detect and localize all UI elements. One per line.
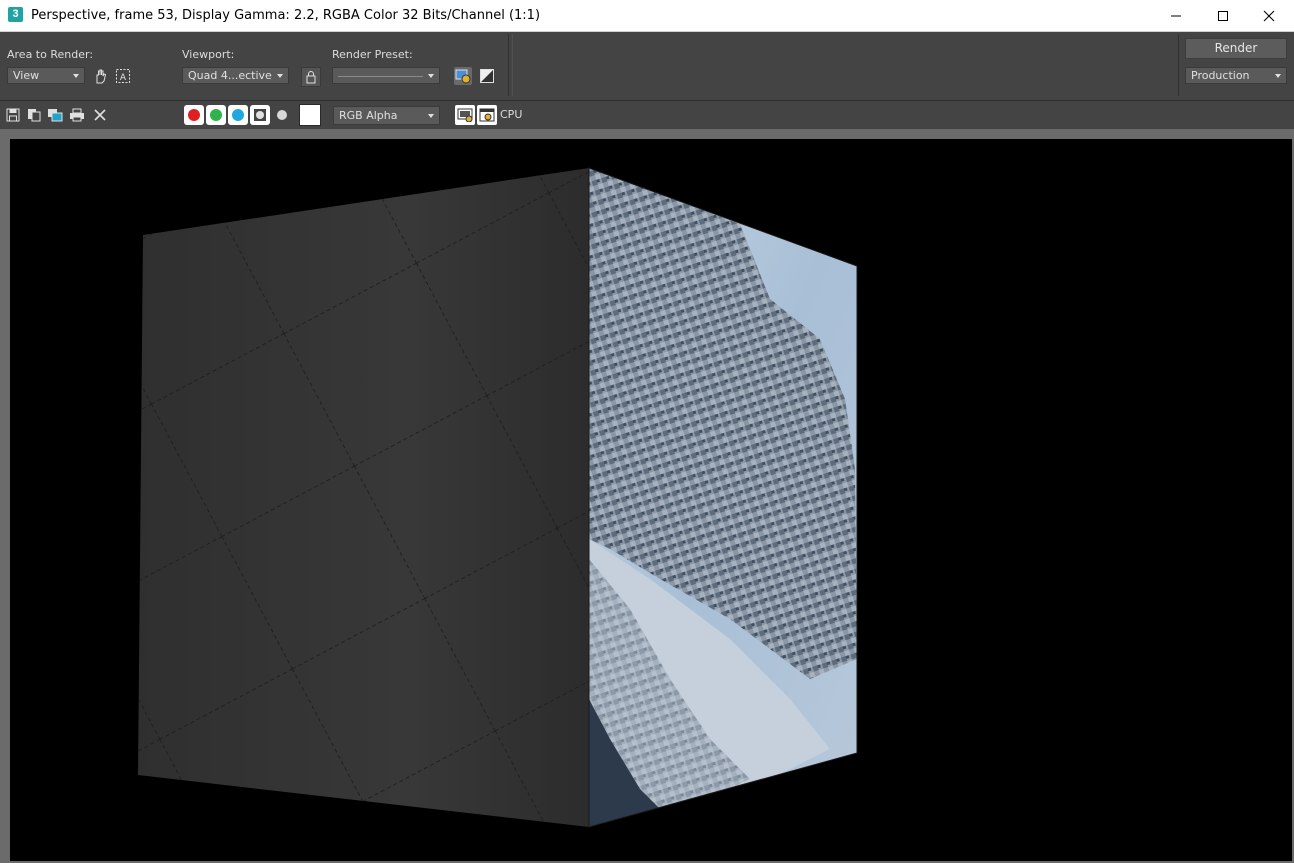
monochrome-icon xyxy=(277,110,287,120)
clear-color-swatch[interactable] xyxy=(299,104,321,126)
edit-region-button[interactable] xyxy=(92,67,110,85)
app-icon: 3 xyxy=(8,7,23,22)
toggle-ui-overlay-button[interactable] xyxy=(455,105,475,125)
minimize-button[interactable] xyxy=(1153,0,1199,31)
print-icon xyxy=(70,108,84,122)
maximize-button[interactable] xyxy=(1200,0,1246,31)
display-channel-dropdown[interactable]: RGB Alpha xyxy=(333,106,440,125)
blue-channel-toggle[interactable] xyxy=(228,105,248,125)
red-channel-icon xyxy=(188,109,200,121)
lock-viewport-button[interactable] xyxy=(301,67,321,87)
cube-left-texture xyxy=(138,168,589,827)
exposure-icon xyxy=(480,69,494,83)
render-mode-value: Production xyxy=(1191,69,1250,82)
toggle-ui-icon xyxy=(479,108,495,122)
chevron-down-icon xyxy=(73,74,79,78)
toggle-ui-button[interactable] xyxy=(477,105,497,125)
render-mode-dropdown[interactable]: Production xyxy=(1185,67,1287,84)
panel-divider xyxy=(512,34,513,96)
area-to-render-value: View xyxy=(13,69,40,82)
clear-icon xyxy=(94,109,106,121)
chevron-down-icon xyxy=(277,74,283,78)
render-settings-panel xyxy=(0,32,1294,98)
close-icon xyxy=(1263,10,1275,21)
area-to-render-label: Area to Render: xyxy=(7,48,94,61)
environment-effects-button[interactable] xyxy=(478,67,496,85)
close-button[interactable] xyxy=(1246,0,1292,31)
render-preset-dropdown[interactable] xyxy=(332,67,440,84)
render-preset-label: Render Preset: xyxy=(332,48,413,61)
title-bar: 3 Perspective, frame 53, Display Gamma: … xyxy=(0,0,1294,32)
green-channel-toggle[interactable] xyxy=(206,105,226,125)
lock-icon xyxy=(306,71,316,84)
area-to-render-dropdown[interactable]: View xyxy=(7,67,85,84)
chevron-down-icon xyxy=(1275,74,1281,78)
auto-region-icon: A xyxy=(116,69,130,83)
blue-channel-icon xyxy=(232,109,244,121)
cube-right-face xyxy=(589,168,857,827)
copy-button[interactable] xyxy=(25,106,43,124)
minimize-icon xyxy=(1171,15,1181,16)
copy-icon xyxy=(28,109,41,122)
rendered-image[interactable] xyxy=(10,139,1292,861)
red-channel-toggle[interactable] xyxy=(184,105,204,125)
render-setup-button[interactable] xyxy=(454,67,472,85)
rendered-cube xyxy=(138,167,858,828)
save-button[interactable] xyxy=(4,106,22,124)
panel-divider xyxy=(508,34,509,96)
alpha-channel-icon xyxy=(254,109,266,121)
clear-button[interactable] xyxy=(91,106,109,124)
green-channel-icon xyxy=(210,109,222,121)
alpha-channel-toggle[interactable] xyxy=(250,105,270,125)
hand-icon xyxy=(96,69,107,84)
render-button[interactable]: Render xyxy=(1185,38,1287,59)
maximize-icon xyxy=(1218,10,1228,21)
print-button[interactable] xyxy=(68,106,86,124)
render-setup-icon xyxy=(455,69,471,84)
monochrome-toggle[interactable] xyxy=(273,106,291,124)
auto-region-button[interactable]: A xyxy=(114,67,132,85)
clone-icon xyxy=(48,109,63,122)
cpu-label: CPU xyxy=(500,108,523,121)
display-channel-value: RGB Alpha xyxy=(339,109,398,122)
window-title: Perspective, frame 53, Display Gamma: 2.… xyxy=(31,8,541,23)
panel-divider xyxy=(1178,34,1179,96)
viewport-dropdown[interactable]: Quad 4...ective xyxy=(182,67,289,84)
clone-button[interactable] xyxy=(46,106,64,124)
save-icon xyxy=(6,108,20,122)
viewport-label: Viewport: xyxy=(182,48,235,61)
frame-overlay-icon xyxy=(457,108,473,122)
chevron-down-icon xyxy=(428,114,434,118)
empty-preset-line xyxy=(338,76,423,77)
svg-text:A: A xyxy=(120,73,127,83)
viewport-value: Quad 4...ective xyxy=(188,69,272,82)
chevron-down-icon xyxy=(428,74,434,78)
